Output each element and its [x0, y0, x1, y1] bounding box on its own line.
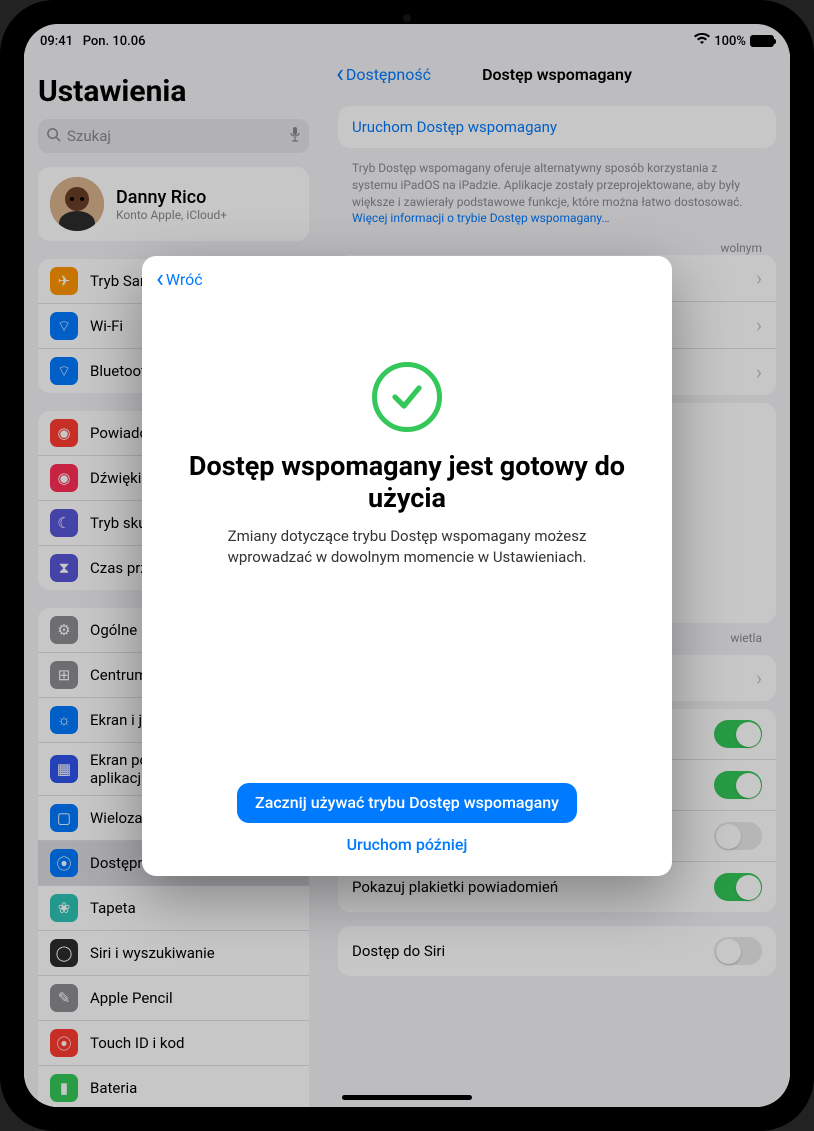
ipad-frame: 09:41 Pon. 10.06 100% Ustawienia: [0, 0, 814, 1131]
modal-subheading: Zmiany dotyczące trybu Dostęp wspomagany…: [186, 526, 628, 568]
screen: 09:41 Pon. 10.06 100% Ustawienia: [24, 24, 790, 1107]
front-camera: [403, 14, 411, 22]
modal-back-label: Wróć: [166, 270, 203, 289]
start-assistive-access-button[interactable]: Zacznij używać trybu Dostęp wspomagany: [237, 783, 577, 823]
launch-later-button[interactable]: Uruchom później: [347, 835, 468, 854]
home-indicator[interactable]: [342, 1095, 472, 1100]
assistive-access-ready-modal: Wróć Dostęp wspomagany jest gotowy do uż…: [142, 256, 672, 876]
modal-back-button[interactable]: Wróć: [156, 270, 203, 289]
modal-overlay: Wróć Dostęp wspomagany jest gotowy do uż…: [24, 24, 790, 1107]
checkmark-icon: [372, 362, 442, 432]
modal-heading: Dostęp wspomagany jest gotowy do użycia: [186, 450, 628, 515]
